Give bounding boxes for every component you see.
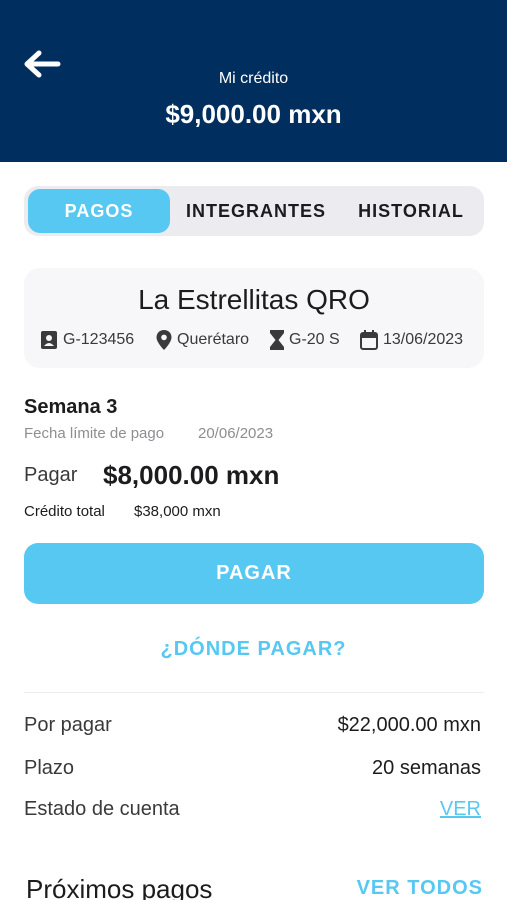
group-location-text: Querétaro xyxy=(177,331,250,348)
badge-icon xyxy=(41,331,57,349)
credit-amount: $9,000.00 mxn xyxy=(165,99,342,129)
account-statement-label: Estado de cuenta xyxy=(24,798,180,820)
group-start-date-text: 13/06/2023 xyxy=(383,331,464,348)
where-to-pay-link[interactable]: ¿DÓNDE PAGAR? xyxy=(0,638,507,661)
see-all-link[interactable]: VER TODOS xyxy=(357,877,483,900)
due-date-label: Fecha límite de pago xyxy=(24,425,165,442)
header-subtitle: Mi crédito xyxy=(218,70,289,87)
pending-value: $22,000.00 mxn xyxy=(337,714,481,736)
calendar-icon xyxy=(360,330,378,350)
tab-bar: PAGOS INTEGRANTES HISTORIAL xyxy=(24,186,484,236)
group-id-text: G-123456 xyxy=(63,331,135,348)
week-title: Semana 3 xyxy=(24,396,118,418)
tab-integrantes[interactable]: INTEGRANTES xyxy=(174,189,338,233)
hourglass-icon xyxy=(270,330,284,350)
pay-label: Pagar xyxy=(24,464,78,486)
divider xyxy=(24,692,484,693)
term-label: Plazo xyxy=(24,757,75,779)
next-payments-title: Próximos pagos xyxy=(26,874,213,900)
pay-amount: $8,000.00 mxn xyxy=(103,460,280,490)
group-term-text: G-20 S xyxy=(289,331,340,348)
term-value: 20 semanas xyxy=(372,757,481,779)
due-date-value: 20/06/2023 xyxy=(198,425,274,442)
account-statement-link[interactable]: VER xyxy=(440,798,481,821)
group-start-date: 13/06/2023 xyxy=(360,330,463,350)
group-name: La Estrellitas QRO xyxy=(138,284,370,315)
group-id: G-123456 xyxy=(40,330,134,350)
location-pin-icon xyxy=(156,330,172,350)
header-bar: Mi crédito $9,000.00 mxn xyxy=(0,0,507,162)
tab-pagos[interactable]: PAGOS xyxy=(28,189,170,233)
group-location: Querétaro xyxy=(156,330,249,350)
total-credit-value: $38,000 mxn xyxy=(134,503,221,520)
tab-historial[interactable]: HISTORIAL xyxy=(344,189,478,233)
pending-label: Por pagar xyxy=(24,714,112,736)
group-term: G-20 S xyxy=(270,330,340,350)
total-credit-label: Crédito total xyxy=(24,503,105,520)
group-card: La Estrellitas QRO G-123456 Querétaro G-… xyxy=(24,268,484,368)
pay-button[interactable]: PAGAR xyxy=(24,543,484,604)
